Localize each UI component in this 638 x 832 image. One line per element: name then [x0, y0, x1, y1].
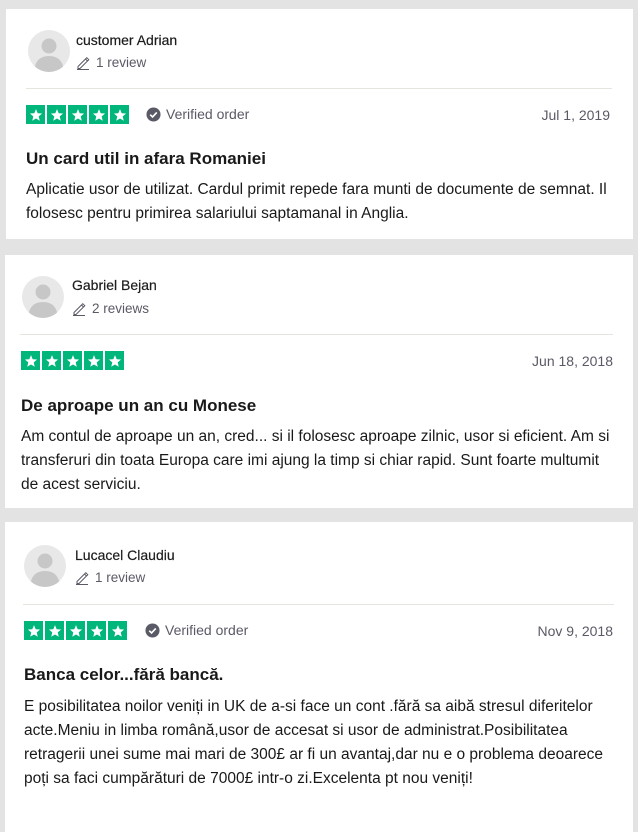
pencil-icon	[76, 571, 89, 585]
review-count-label: 1 review	[95, 570, 146, 585]
avatar[interactable]	[24, 545, 66, 587]
avatar[interactable]	[22, 276, 64, 318]
star-icon	[26, 105, 45, 124]
pencil-icon	[73, 302, 86, 316]
star-icon	[47, 105, 66, 124]
reviewer-name[interactable]: Lucacel Claudiu	[75, 547, 175, 563]
star-icon	[84, 351, 103, 370]
star-rating	[21, 351, 124, 370]
review-date: Nov 9, 2018	[537, 623, 614, 639]
review-body: E posibilitatea noilor veniți in UK de a…	[24, 698, 603, 787]
review-date: Jun 18, 2018	[532, 353, 613, 369]
reviewer-name[interactable]: customer Adrian	[76, 32, 177, 48]
avatar[interactable]	[28, 30, 70, 72]
verified-badge[interactable]: Verified order	[146, 106, 249, 122]
star-icon	[110, 105, 129, 124]
verified-check-icon	[146, 106, 161, 122]
review-title[interactable]: Un card util in afara Romaniei	[26, 149, 266, 169]
review-body: Aplicatie usor de utilizat. Cardul primi…	[26, 181, 607, 222]
star-icon	[87, 621, 106, 640]
review-body: Am contul de aproape un an, cred... si i…	[21, 428, 610, 493]
verified-badge[interactable]: Verified order	[145, 622, 248, 638]
star-icon	[68, 105, 87, 124]
user-silhouette-icon	[28, 284, 58, 318]
star-icon	[66, 621, 85, 640]
verified-check-icon	[145, 622, 160, 638]
review-count-label: 1 review	[96, 55, 147, 70]
review-date: Jul 1, 2019	[541, 107, 611, 123]
reviewer-name[interactable]: Gabriel Bejan	[72, 277, 157, 293]
star-icon	[21, 351, 40, 370]
star-icon	[89, 105, 108, 124]
star-icon	[105, 351, 124, 370]
star-icon	[42, 351, 61, 370]
star-rating	[26, 105, 129, 124]
verified-label: Verified order	[166, 106, 250, 122]
review-card: customer Adrian 1 review Verified order …	[6, 9, 633, 239]
review-count[interactable]: 2 reviews	[72, 301, 149, 316]
review-count-label: 2 reviews	[92, 301, 150, 316]
review-title[interactable]: De aproape un an cu Monese	[21, 396, 256, 416]
user-silhouette-icon	[34, 38, 64, 72]
star-icon	[108, 621, 127, 640]
pencil-icon	[77, 56, 90, 70]
divider	[20, 334, 613, 335]
user-silhouette-icon	[30, 553, 60, 587]
review-card: Gabriel Bejan 2 reviews Jun 18, 2018 De …	[5, 255, 633, 508]
review-title[interactable]: Banca celor...fără bancă.	[24, 665, 223, 685]
divider	[23, 604, 614, 605]
review-count[interactable]: 1 review	[75, 570, 145, 585]
review-count[interactable]: 1 review	[76, 55, 146, 70]
star-icon	[24, 621, 43, 640]
star-rating	[24, 621, 127, 640]
star-icon	[45, 621, 64, 640]
review-card: Lucacel Claudiu 1 review Verified order …	[5, 522, 633, 832]
divider	[26, 88, 612, 89]
star-icon	[63, 351, 82, 370]
verified-label: Verified order	[165, 622, 249, 638]
